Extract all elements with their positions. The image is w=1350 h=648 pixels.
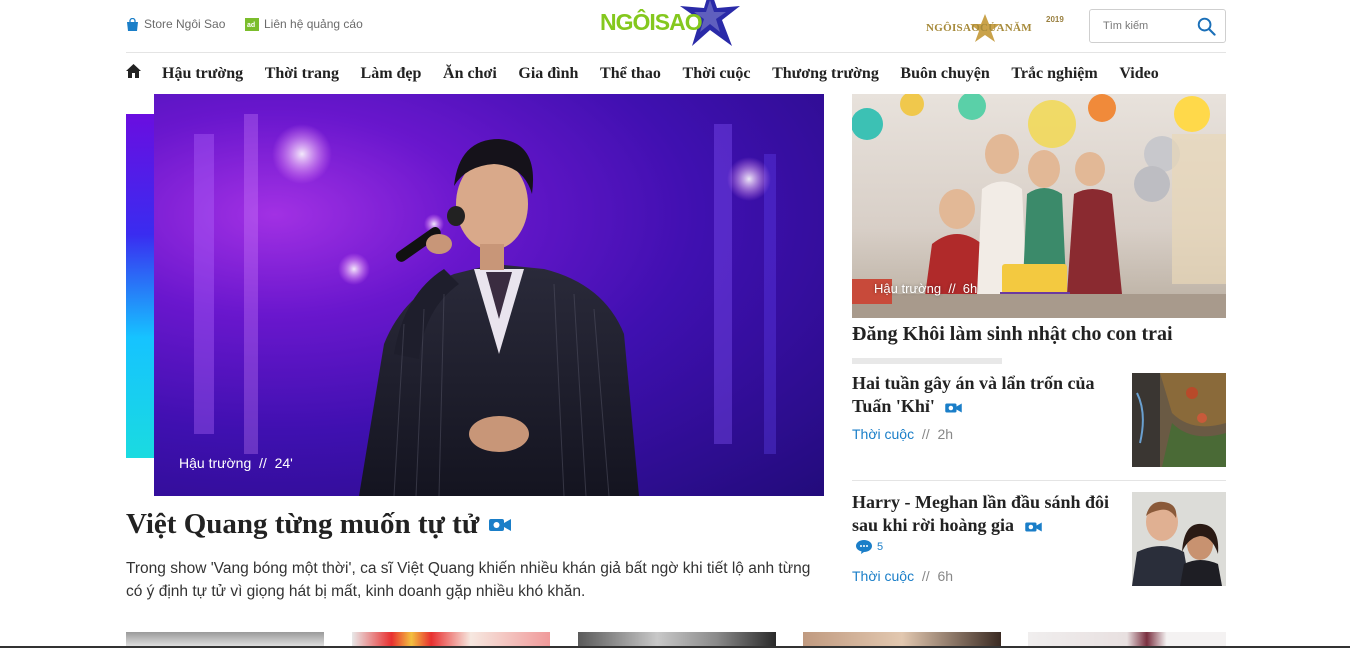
comment-count[interactable]: 5 [856, 540, 883, 554]
top-bar: Store Ngôi Sao ad Liên hệ quảng cáo NGÔI… [126, 0, 1226, 53]
meta-separator: // [944, 281, 960, 296]
award-year: 2019 [1046, 15, 1064, 24]
couple-thumbnail-illustration [1132, 492, 1226, 586]
nav-item-an-choi[interactable]: Ăn chơi [443, 65, 497, 83]
shopping-bag-icon [127, 17, 138, 31]
nav-item-hau-truong[interactable]: Hậu trường [162, 65, 243, 83]
list-item-category[interactable]: Thời cuộc [852, 568, 914, 584]
nav-item-gia-dinh[interactable]: Gia đình [518, 65, 578, 83]
hero-time: 24' [274, 455, 293, 471]
svg-text:ad: ad [247, 22, 255, 29]
list-item-title[interactable]: Harry - Meghan lần đầu sánh đôi sau khi … [852, 491, 1114, 537]
video-camera-icon [945, 403, 963, 413]
list-item-title[interactable]: Hai tuần gây án và lẩn trốn của Tuấn 'Kh… [852, 372, 1114, 418]
side-featured-meta: Hậu trường // 6h [874, 281, 977, 296]
search-input[interactable] [1090, 10, 1190, 42]
hero-title-text[interactable]: Việt Quang từng muốn tự tử [126, 508, 479, 541]
list-item-time: 2h [937, 426, 954, 442]
comment-bubble-icon [856, 540, 872, 554]
hero-stage-illustration [154, 94, 824, 496]
hero-side-decoration [126, 114, 154, 458]
comment-count-value: 5 [877, 541, 884, 553]
list-item-thumbnail[interactable] [1132, 492, 1226, 586]
section-divider-bar [852, 358, 1002, 364]
nav-item-video[interactable]: Video [1119, 65, 1158, 83]
list-item-title-text[interactable]: Hai tuần gây án và lẩn trốn của Tuấn 'Kh… [852, 373, 1095, 416]
award-text: NGÔISAOCỦANĂM [926, 22, 1032, 34]
list-divider [852, 480, 1226, 481]
nav-item-trac-nghiem[interactable]: Trắc nghiệm [1011, 65, 1097, 83]
main-nav: Hậu trường Thời trang Làm đẹp Ăn chơi Gi… [126, 54, 1226, 94]
list-item-thumbnail[interactable] [1132, 373, 1226, 467]
meta-separator: // [917, 568, 934, 584]
list-item-title-text[interactable]: Harry - Meghan lần đầu sánh đôi sau khi … [852, 492, 1109, 535]
map-thumbnail-illustration [1132, 373, 1226, 467]
video-camera-icon [1024, 522, 1042, 532]
list-item-meta: Thời cuộc // 6h [852, 568, 953, 584]
video-camera-icon [489, 518, 512, 531]
meta-separator: // [917, 426, 934, 442]
side-featured-time: 6h [962, 281, 978, 296]
hero-image[interactable] [154, 94, 824, 496]
hero-title[interactable]: Việt Quang từng muốn tự tử [126, 508, 512, 541]
nav-item-thoi-trang[interactable]: Thời trang [265, 65, 339, 83]
nav-item-thuong-truong[interactable]: Thương trường [772, 65, 879, 83]
list-item-category[interactable]: Thời cuộc [852, 426, 914, 442]
nav-item-the-thao[interactable]: Thể thao [600, 65, 661, 83]
store-label: Store Ngôi Sao [144, 17, 226, 31]
list-item[interactable]: Hai tuần gây án và lẩn trốn của Tuấn 'Kh… [852, 372, 1226, 472]
hero-description: Trong show 'Vang bóng một thời', ca sĩ V… [126, 560, 811, 600]
list-item[interactable]: Harry - Meghan lần đầu sánh đôi sau khi … [852, 491, 1226, 591]
nav-item-buon-chuyen[interactable]: Buôn chuyện [900, 65, 989, 83]
search-box[interactable] [1089, 9, 1226, 43]
hero-category[interactable]: Hậu trường [179, 455, 251, 471]
store-link[interactable]: Store Ngôi Sao [126, 17, 225, 31]
ad-icon: ad [245, 17, 259, 31]
side-featured-category[interactable]: Hậu trường [874, 281, 941, 296]
list-item-meta: Thời cuộc // 2h [852, 426, 953, 442]
hero-meta: Hậu trường // 24' [179, 455, 293, 471]
meta-separator: // [255, 455, 271, 471]
ads-contact-link[interactable]: ad Liên hệ quảng cáo [245, 17, 363, 31]
ads-label: Liên hệ quảng cáo [264, 17, 363, 31]
search-icon[interactable] [1197, 17, 1216, 36]
side-featured-title[interactable]: Đăng Khôi làm sinh nhật cho con trai [852, 323, 1173, 346]
logo-text: NGÔISAO [600, 9, 703, 35]
home-icon[interactable] [126, 64, 141, 78]
list-item-time: 6h [937, 568, 954, 584]
nav-item-lam-dep[interactable]: Làm đẹp [361, 65, 422, 83]
site-logo[interactable]: NGÔISAO [600, 0, 740, 50]
nav-item-thoi-cuoc[interactable]: Thời cuộc [683, 65, 751, 83]
award-banner[interactable]: NGÔISAOCỦANĂM 2019 [926, 13, 1071, 43]
